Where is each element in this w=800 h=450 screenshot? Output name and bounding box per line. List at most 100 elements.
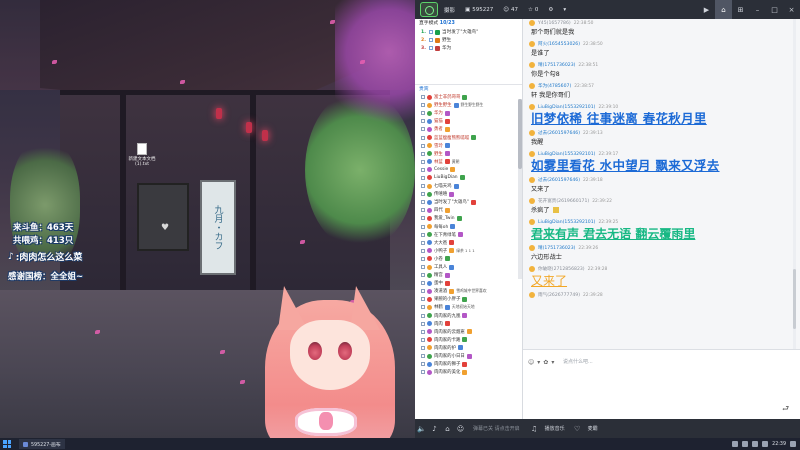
chat-username[interactable]: 晴(1751736023) bbox=[538, 245, 575, 251]
member-item[interactable]: 精宫 bbox=[415, 271, 522, 279]
checkbox[interactable] bbox=[421, 281, 425, 286]
chevron-down-icon[interactable]: ▾ bbox=[537, 359, 540, 366]
checkbox[interactable] bbox=[421, 248, 425, 253]
checkbox[interactable] bbox=[421, 200, 425, 205]
mic-icon[interactable]: ♪ bbox=[428, 425, 441, 433]
member-item[interactable]: 猫猫 bbox=[415, 117, 522, 125]
avatar-icon[interactable] bbox=[529, 62, 535, 68]
dropdown-icon[interactable]: ▾ bbox=[563, 7, 566, 13]
chat-username[interactable]: 花开富贵(2619660171) bbox=[538, 198, 589, 204]
chat-username[interactable]: 晴(1751736023) bbox=[538, 62, 575, 68]
member-item[interactable]: 蓝蓝瘦瘦熊熊呱呱 bbox=[415, 133, 522, 141]
gamepad-icon[interactable]: ⊞ bbox=[732, 0, 749, 19]
checkbox[interactable] bbox=[421, 143, 425, 148]
maximize-icon[interactable]: □ bbox=[766, 0, 783, 19]
chevron-down-icon[interactable]: ▾ bbox=[551, 359, 554, 366]
chat-username[interactable]: LiuBigDian(1553292101) bbox=[538, 152, 595, 157]
member-item[interactable]: 七喵天鸡 bbox=[415, 182, 522, 190]
checkbox[interactable] bbox=[421, 111, 425, 116]
member-item[interactable]: 小卷 bbox=[415, 255, 522, 263]
checkbox[interactable] bbox=[421, 256, 425, 261]
checkbox[interactable] bbox=[421, 345, 425, 350]
music-icon[interactable]: ♫ bbox=[528, 425, 541, 433]
avatar-icon[interactable] bbox=[529, 130, 535, 136]
video-icon[interactable]: ▶ bbox=[698, 0, 715, 19]
taskbar-app[interactable]: 595227-画布 bbox=[19, 439, 65, 449]
avatar-icon[interactable] bbox=[529, 245, 535, 251]
checkbox[interactable] bbox=[421, 135, 425, 140]
checkbox[interactable] bbox=[421, 127, 425, 132]
checkbox[interactable] bbox=[421, 175, 425, 180]
member-item[interactable]: 雪玲 bbox=[415, 142, 522, 150]
heart-icon[interactable]: ♡ bbox=[571, 425, 584, 433]
member-item[interactable]: 林蓝 黄朝 bbox=[415, 158, 522, 166]
checkbox[interactable] bbox=[421, 313, 425, 318]
checkbox[interactable] bbox=[421, 151, 425, 156]
checkbox[interactable] bbox=[421, 95, 425, 100]
chat-username[interactable]: LiuBigDian(1553292101) bbox=[538, 220, 595, 225]
checkbox[interactable] bbox=[421, 273, 425, 278]
rank-item[interactable]: 1. 当时发了"大雄鸟" bbox=[415, 28, 522, 36]
checkbox[interactable] bbox=[421, 329, 425, 334]
member-item[interactable]: 林鹤 天地初始天地 bbox=[415, 303, 522, 311]
chat-username[interactable]: 雨气(2626777749) bbox=[538, 292, 580, 298]
member-item[interactable]: 我爱_Twin bbox=[415, 214, 522, 222]
checkbox[interactable] bbox=[421, 216, 425, 221]
avatar-icon[interactable] bbox=[529, 219, 535, 225]
network-icon[interactable] bbox=[752, 441, 759, 447]
chat-username[interactable]: 阿火(1654553026) bbox=[538, 41, 580, 47]
notification-icon[interactable] bbox=[790, 441, 796, 447]
checkbox[interactable] bbox=[421, 184, 425, 189]
checkbox[interactable] bbox=[421, 354, 425, 359]
chat-scrollbar[interactable] bbox=[793, 19, 796, 349]
member-item[interactable]: 肉肉家的云烟崽 bbox=[415, 328, 522, 336]
send-icon[interactable]: ⮐ bbox=[782, 403, 792, 413]
member-item[interactable]: Cessie bbox=[415, 166, 522, 174]
member-item[interactable]: 野生 bbox=[415, 150, 522, 158]
checkbox[interactable] bbox=[421, 159, 425, 164]
avatar-icon[interactable] bbox=[529, 83, 535, 89]
chat-username[interactable]: LiuBigDian(1553292101) bbox=[538, 105, 595, 110]
member-item[interactable]: 肉肉家的狮子 bbox=[415, 360, 522, 368]
member-item[interactable]: 果腕的小胖子 bbox=[415, 295, 522, 303]
checkbox[interactable] bbox=[421, 119, 425, 124]
checkbox[interactable] bbox=[421, 305, 425, 310]
avatar-icon[interactable] bbox=[529, 198, 535, 204]
minimize-icon[interactable]: – bbox=[749, 0, 766, 19]
avatar-icon[interactable] bbox=[529, 151, 535, 157]
member-item[interactable]: 工具人 bbox=[415, 263, 522, 271]
member-item[interactable]: 肉肉 bbox=[415, 320, 522, 328]
checkbox[interactable] bbox=[421, 192, 425, 197]
member-item[interactable]: 肉肉家的护 bbox=[415, 344, 522, 352]
checkbox[interactable] bbox=[421, 240, 425, 245]
checkbox[interactable] bbox=[421, 362, 425, 367]
member-scrollbar[interactable] bbox=[518, 99, 522, 279]
avatar-icon[interactable] bbox=[529, 292, 535, 298]
member-item[interactable]: 肉肉家的卡路 bbox=[415, 336, 522, 344]
member-item[interactable]: 传嘻嘻 bbox=[415, 190, 522, 198]
checkbox[interactable] bbox=[421, 167, 425, 172]
desktop-file-icon[interactable]: 新建文本文档 (1).txt bbox=[125, 143, 159, 168]
avatar-icon[interactable] bbox=[529, 20, 535, 26]
checkbox[interactable] bbox=[421, 297, 425, 302]
lock-icon[interactable]: ⌂ bbox=[441, 425, 454, 433]
gift-icon[interactable]: ✿ bbox=[543, 359, 548, 366]
avatar-icon[interactable] bbox=[529, 266, 535, 272]
settings-icon[interactable]: ⚙ bbox=[548, 7, 553, 13]
checkbox[interactable] bbox=[429, 46, 433, 50]
member-item[interactable]: 野生野生 野生野生野生 bbox=[415, 101, 522, 109]
people-icon[interactable]: ☺ bbox=[454, 425, 467, 433]
tray-icon[interactable] bbox=[732, 441, 739, 447]
clock[interactable]: 22:39 bbox=[772, 442, 786, 447]
volume-icon[interactable]: 🔈 bbox=[415, 425, 428, 433]
avatar-icon[interactable] bbox=[529, 41, 535, 47]
member-item[interactable]: 每每oh bbox=[415, 223, 522, 231]
app-logo[interactable] bbox=[420, 2, 438, 17]
checkbox[interactable] bbox=[421, 208, 425, 213]
member-item[interactable]: 肉肉家的九凰 bbox=[415, 312, 522, 320]
member-item[interactable]: 当时发了"大雄鸟" bbox=[415, 198, 522, 206]
checkbox[interactable] bbox=[421, 321, 425, 326]
checkbox[interactable] bbox=[429, 38, 433, 42]
member-item[interactable]: 肉肉家的小日日 bbox=[415, 352, 522, 360]
chat-username[interactable]: Y45(1657786) bbox=[538, 21, 571, 26]
